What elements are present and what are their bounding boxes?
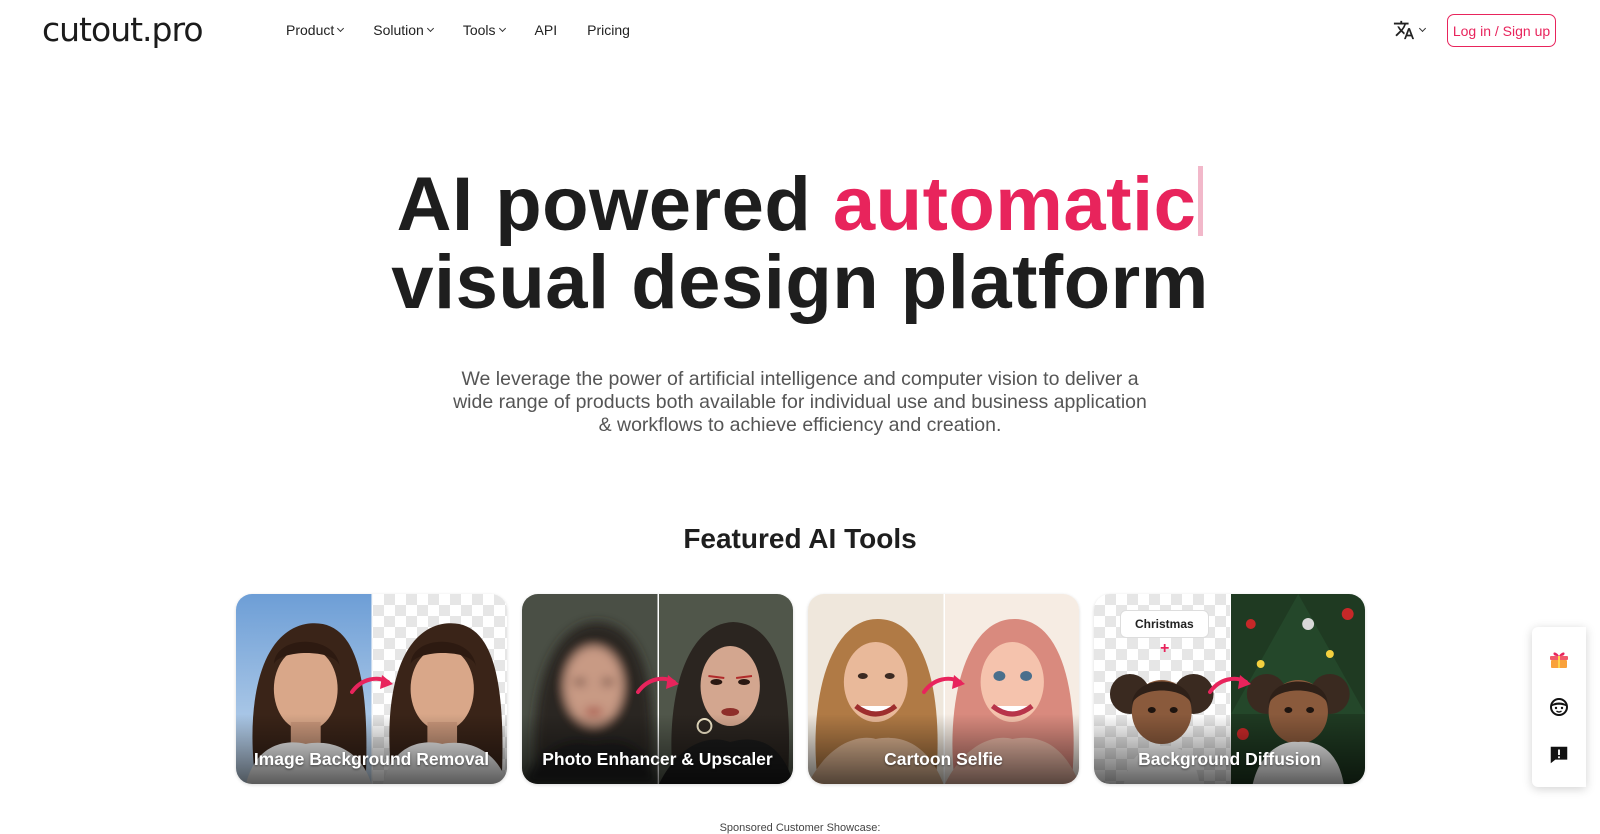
card-label: Image Background Removal — [253, 749, 490, 769]
floating-side-panel — [1532, 627, 1586, 787]
nav-pricing[interactable]: Pricing — [587, 22, 630, 38]
tool-card-background-diffusion[interactable]: Christmas + Background Diffusion — [1094, 594, 1365, 784]
tool-card-photo-enhancer[interactable]: Photo Enhancer & Upscaler — [522, 594, 793, 784]
arrow-right-icon — [636, 675, 679, 694]
card-label: Background Diffusion — [1138, 749, 1321, 769]
login-signup-button[interactable]: Log in / Sign up — [1447, 14, 1556, 47]
card-label: Cartoon Selfie — [884, 749, 1003, 769]
typing-caret — [1198, 166, 1204, 236]
hero-title-line2: visual design platform — [391, 240, 1209, 325]
featured-tools-list: Image Background Removal Photo Enhancer … — [236, 594, 1380, 784]
translate-icon — [1393, 20, 1415, 40]
support-agent-icon — [1550, 698, 1568, 716]
sponsored-showcase-label: Sponsored Customer Showcase: — [719, 822, 881, 834]
gift-button[interactable] — [1545, 645, 1573, 673]
featured-tools-title: Featured AI Tools — [683, 523, 917, 554]
arrow-right-icon — [350, 675, 393, 694]
hero-title: AI powered automatic visual design platf… — [0, 166, 1600, 322]
nav-api-label: API — [534, 22, 558, 38]
nav-tools-label: Tools — [462, 22, 496, 38]
main-nav: Product Solution Tools API Pricing — [286, 22, 660, 38]
nav-solution[interactable]: Solution — [373, 22, 434, 38]
nav-api[interactable]: API — [535, 22, 558, 38]
arrow-right-icon — [922, 675, 965, 694]
feedback-button[interactable] — [1545, 741, 1573, 769]
nav-product-label: Product — [286, 22, 335, 38]
nav-product[interactable]: Product — [286, 22, 345, 38]
chevron-down-icon — [1418, 24, 1427, 33]
top-navbar: cutout.pro Product Solution Tools API Pr… — [0, 0, 1600, 60]
hero-title-accent: automatic — [832, 162, 1197, 247]
language-selector[interactable] — [1393, 19, 1427, 41]
support-button[interactable] — [1545, 693, 1573, 721]
gift-icon — [1550, 652, 1568, 668]
nav-pricing-label: Pricing — [587, 22, 630, 38]
tool-card-background-removal[interactable]: Image Background Removal — [236, 594, 507, 784]
chevron-down-icon — [426, 24, 434, 33]
plus-icon: + — [1160, 640, 1170, 657]
card-label: Photo Enhancer & Upscaler — [542, 749, 773, 769]
feedback-icon — [1550, 746, 1568, 764]
hero-subtitle: We leverage the power of artificial inte… — [453, 368, 1147, 436]
nav-tools[interactable]: Tools — [462, 22, 506, 38]
arrow-right-icon — [1208, 675, 1251, 694]
nav-solution-label: Solution — [373, 22, 424, 38]
hero-title-part1: AI powered — [396, 162, 833, 247]
chevron-down-icon — [337, 24, 345, 33]
tool-card-cartoon-selfie[interactable]: Cartoon Selfie — [808, 594, 1079, 784]
christmas-tag: Christmas — [1120, 610, 1209, 638]
logo[interactable]: cutout.pro — [42, 10, 204, 49]
chevron-down-icon — [498, 24, 506, 33]
